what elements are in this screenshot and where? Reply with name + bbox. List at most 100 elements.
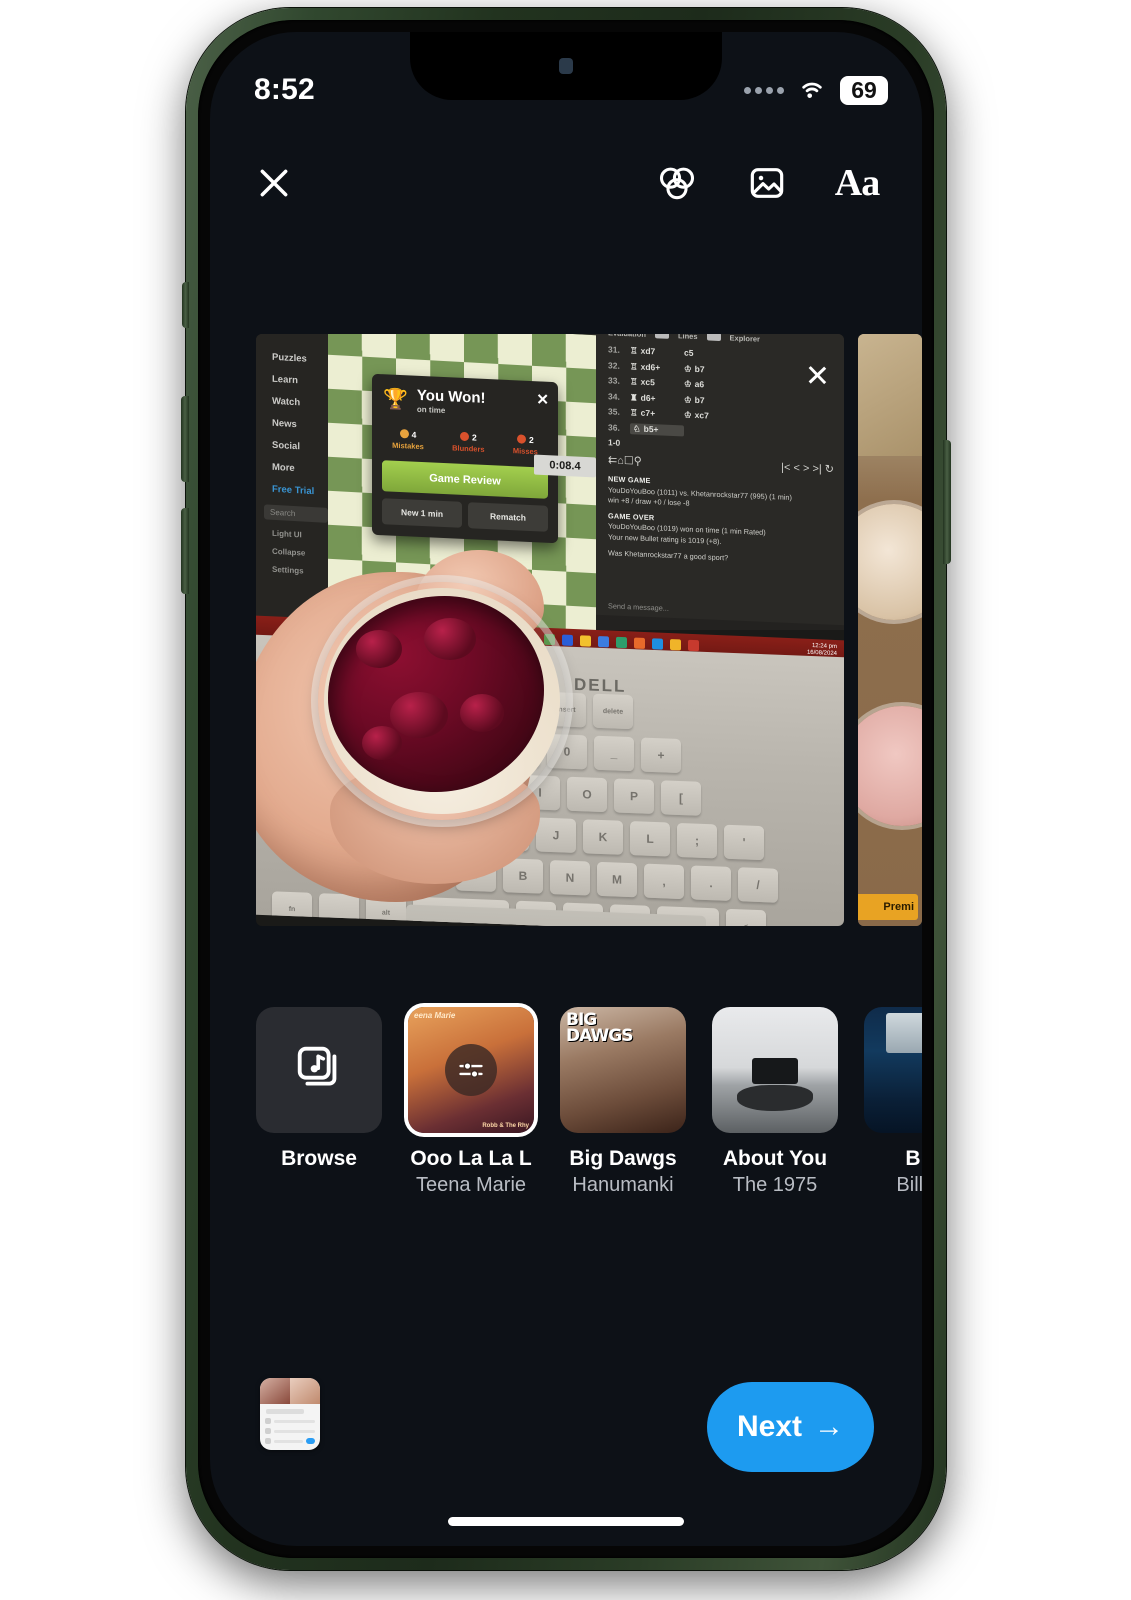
share-icon: ⇇⌂☐⚲	[608, 454, 642, 468]
dialog-title: You Won!	[416, 386, 486, 407]
stat-mistakes: 4 Mistakes	[392, 429, 424, 452]
music-track-list[interactable]: Browse eena Marie Robb & The Rhy Ooo La …	[210, 1007, 922, 1239]
music-browse-item[interactable]: Browse	[256, 1007, 382, 1239]
artwork-figure	[752, 1058, 798, 1085]
tab-explorer: Explorer	[729, 334, 760, 344]
next-button[interactable]: Next →	[706, 1382, 874, 1472]
media-carousel[interactable]: Puzzles Learn Watch News Social More Fre…	[210, 334, 922, 926]
track-artist: Hanumanki	[572, 1174, 674, 1196]
stat-mistakes-label: Mistakes	[392, 440, 424, 452]
battery-indicator: 69	[840, 75, 888, 105]
browse-label: Browse	[281, 1147, 357, 1170]
tab-lines: Lines	[677, 334, 698, 342]
artwork-title-overlay: eena Marie	[414, 1011, 456, 1020]
gallery-thumbnail[interactable]	[260, 1378, 320, 1450]
stat-blunders: 2 Blunders	[452, 431, 485, 454]
track-title: BLU	[905, 1147, 922, 1170]
power-button[interactable]	[943, 440, 951, 564]
game-review-button: Game Review	[382, 460, 548, 499]
track-artwork-blue[interactable]	[864, 1007, 922, 1133]
equalizer-icon[interactable]	[445, 1044, 497, 1096]
chess-sidebar: Puzzles Learn Watch News Social More Fre…	[256, 334, 332, 625]
dialog-close-icon: ✕	[536, 391, 549, 409]
thumb-photo-strip	[260, 1378, 320, 1404]
sidebar-item-light-ui: Light UI	[272, 528, 302, 540]
artwork-text-overlay: BIG DAWGS	[566, 1010, 633, 1046]
sidebar-item-settings: Settings	[272, 564, 304, 576]
browse-artwork[interactable]	[256, 1007, 382, 1133]
track-artist: Teena Marie	[415, 1174, 527, 1196]
home-indicator[interactable]	[448, 1517, 684, 1526]
music-track-item[interactable]: BIG DAWGS Big Dawgs Hanumanki	[560, 1007, 686, 1239]
dialog-header: 🏆 You Won! on time ✕	[372, 374, 558, 428]
sidebar-item-free-trial: Free Trial	[272, 483, 315, 498]
move-nav-controls: ⇇⌂☐⚲ |< < > >| ↻	[608, 453, 834, 475]
status-clock: 8:52	[254, 73, 315, 106]
sidebar-item-collapse: Collapse	[272, 546, 306, 558]
nav-arrows-icon: |< < > >| ↻	[781, 461, 834, 476]
image-picker-icon[interactable]	[742, 158, 792, 208]
sidebar-item-learn: Learn	[272, 373, 298, 387]
music-track-item[interactable]: eena Marie Robb & The Rhy Ooo La La L Te…	[408, 1007, 534, 1239]
chess-message-input: Send a message...	[608, 601, 669, 613]
volume-down-button[interactable]	[181, 508, 189, 594]
close-icon[interactable]	[250, 159, 298, 207]
sidebar-item-watch: Watch	[272, 395, 301, 409]
thumb-row	[265, 1428, 315, 1434]
panel-close-icon: ✕	[804, 359, 830, 394]
music-track-item[interactable]: About You The 1975	[712, 1007, 838, 1239]
status-bar: 8:52 69	[210, 32, 922, 118]
chess-search-field: Search	[264, 504, 328, 523]
toolbar-actions: Aa	[652, 158, 882, 208]
dessert-lid-1	[858, 504, 922, 620]
editor-toolbar: Aa	[210, 144, 922, 222]
track-artwork-ooo-la-la[interactable]: eena Marie Robb & The Rhy	[408, 1007, 534, 1133]
bottom-action-bar: Next →	[210, 1306, 922, 1546]
volume-up-button[interactable]	[181, 396, 189, 482]
trophy-icon: 🏆	[383, 388, 408, 412]
track-artwork-about-you[interactable]	[712, 1007, 838, 1133]
status-indicators: 69	[744, 75, 888, 105]
dialog-subtitle: on time	[416, 404, 446, 416]
arrow-right-icon: →	[814, 1410, 844, 1443]
effects-circles-icon[interactable]	[652, 158, 702, 208]
stat-blunders-label: Blunders	[452, 443, 485, 454]
text-tool-label: Aa	[834, 162, 880, 204]
selected-photo[interactable]: Puzzles Learn Watch News Social More Fre…	[256, 334, 844, 926]
cellular-dots-icon	[744, 86, 784, 94]
thumb-caption-line	[266, 1409, 304, 1414]
wifi-icon	[797, 77, 827, 104]
sidebar-item-more: More	[272, 461, 295, 475]
phone-screen: 8:52 69 Aa Puzzles Learn Watch News Soci…	[210, 32, 922, 1546]
track-title: Ooo La La L	[410, 1147, 532, 1170]
track-artwork-big-dawgs[interactable]: BIG DAWGS	[560, 1007, 686, 1133]
chess-analysis-panel: Evaluation Lines Explorer 31.♖xd7c5 32.♖…	[596, 334, 844, 626]
track-title: Big Dawgs	[569, 1147, 677, 1170]
music-track-item[interactable]: BLU Billie E	[864, 1007, 922, 1239]
sidebar-item-puzzles: Puzzles	[272, 351, 307, 365]
photo2-content: Premi	[858, 334, 922, 926]
new-1min-button: New 1 min	[382, 498, 462, 528]
track-artist: Billie E	[896, 1174, 922, 1196]
artwork-subtitle-overlay: Robb & The Rhy	[482, 1123, 529, 1129]
photo-content: Puzzles Learn Watch News Social More Fre…	[256, 334, 844, 926]
move-list: 31. ♖ xd7 c5 32. ♖ xd6+ ♔ b7 33. ♖ xc5 ♔ a6 34. ♜ d6+…	[608, 344, 834, 442]
tab-evaluation: Evaluation	[608, 334, 646, 339]
mute-switch[interactable]	[182, 282, 189, 328]
premium-badge: Premi	[858, 894, 918, 920]
eval-toggle-icon	[654, 334, 669, 339]
text-tool-icon[interactable]: Aa	[832, 158, 882, 208]
chess-timer: 0:08.4	[534, 454, 596, 478]
log-sportsmanship: Was Khetanrockstar77 a good sport?	[608, 548, 729, 563]
artwork-card	[886, 1013, 922, 1053]
dessert-cup	[318, 582, 566, 820]
artwork-rock	[737, 1085, 813, 1111]
thumb-row	[265, 1418, 315, 1424]
thumb-row	[265, 1438, 315, 1444]
sidebar-item-news: News	[272, 417, 297, 431]
rematch-button: Rematch	[468, 502, 548, 532]
next-photo-preview[interactable]: Premi	[858, 334, 922, 926]
track-title: About You	[722, 1147, 828, 1170]
lines-toggle-icon	[706, 334, 721, 342]
music-library-icon	[292, 1041, 346, 1100]
